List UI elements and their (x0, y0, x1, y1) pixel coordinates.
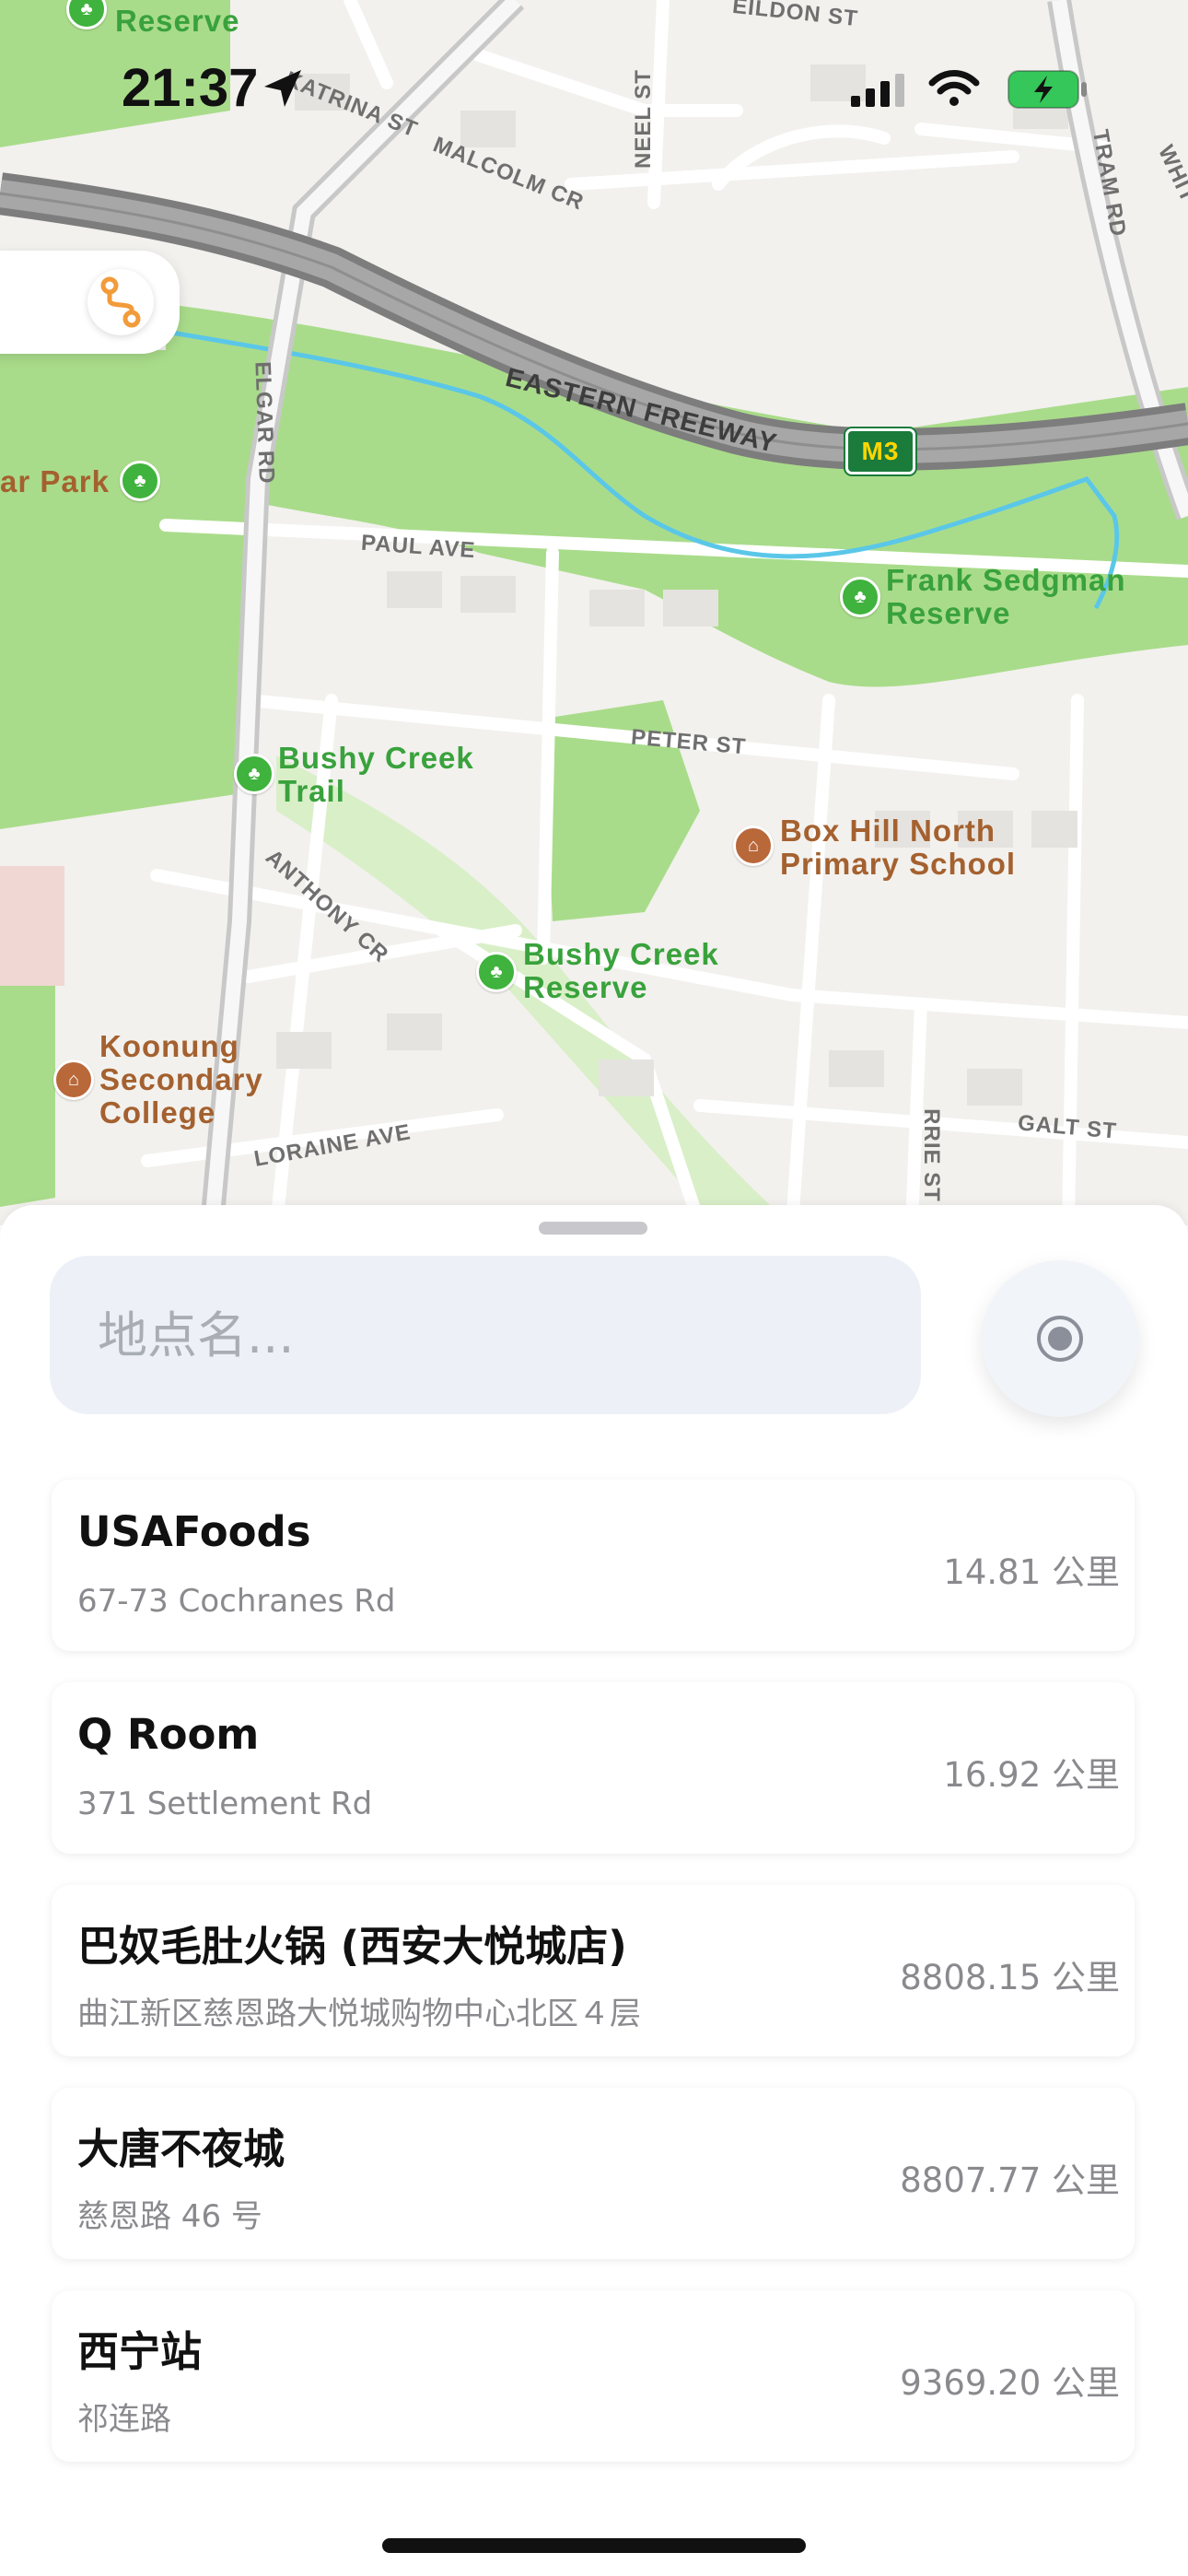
map-label-elgar-rd: ELGAR RD (250, 360, 279, 486)
map-label-koonung-2: Secondary (99, 1062, 263, 1096)
park-icon[interactable]: ♣ (120, 461, 160, 501)
battery-charging-icon (1007, 70, 1087, 109)
list-item[interactable]: USAFoods 67-73 Cochranes Rd 14.81 公里 (52, 1480, 1135, 1651)
place-distance: 16.92 公里 (943, 1755, 1120, 1795)
locate-button[interactable] (982, 1260, 1138, 1417)
map-label-ar-park: ar Park (0, 464, 110, 498)
map-view[interactable]: EILDON ST KATRINA ST MALCOLM CR NEEL ST … (0, 0, 1188, 1225)
place-address: 曲江新区慈恩路大悦城购物中心北区４层 (77, 1996, 641, 2032)
park-icon[interactable]: ♣ (234, 754, 274, 794)
places-list: USAFoods 67-73 Cochranes Rd 14.81 公里 Q R… (52, 1480, 1135, 2493)
park-icon[interactable]: ♣ (476, 952, 517, 992)
school-icon[interactable]: ⌂ (733, 825, 774, 866)
park-icon[interactable]: ♣ (840, 577, 880, 617)
route-icon (100, 276, 141, 328)
map-label-koonung-3: College (99, 1095, 216, 1130)
map-label-bushy-trail-1: Bushy Creek (278, 741, 474, 775)
place-distance: 8808.15 公里 (900, 1958, 1120, 1997)
list-item[interactable]: 西宁站 祁连路 9369.20 公里 (52, 2290, 1135, 2462)
place-name: USAFoods (77, 1507, 311, 1556)
search-input[interactable] (50, 1256, 921, 1414)
home-indicator[interactable] (382, 2538, 806, 2553)
route-shield-m3: M3 (845, 428, 915, 474)
place-distance: 8807.77 公里 (900, 2160, 1120, 2200)
list-item[interactable]: Q Room 371 Settlement Rd 16.92 公里 (52, 1682, 1135, 1854)
route-button[interactable] (0, 251, 180, 354)
cellular-signal-icon (851, 74, 904, 107)
place-address: 371 Settlement Rd (77, 1786, 373, 1822)
map-label-bushy-reserve-1: Bushy Creek (523, 937, 719, 971)
location-arrow-icon (264, 70, 301, 107)
place-address: 慈恩路 46 号 (77, 2198, 262, 2235)
wifi-icon (928, 70, 980, 106)
status-time: 21:37 (122, 58, 259, 118)
route-icon-holder (87, 269, 154, 335)
map-label-box-hill-2: Primary School (780, 847, 1017, 881)
list-item[interactable]: 大唐不夜城 慈恩路 46 号 8807.77 公里 (52, 2088, 1135, 2259)
map-label-frank-sedgman-2: Reserve (886, 596, 1011, 630)
bottom-sheet[interactable]: USAFoods 67-73 Cochranes Rd 14.81 公里 Q R… (0, 1205, 1188, 2576)
map-label-bushy-trail-2: Trail (278, 774, 345, 808)
place-name: 巴奴毛肚火锅 (西安大悦城店) (77, 1922, 627, 1971)
map-label-frank-sedgman-1: Frank Sedgman (886, 563, 1126, 597)
target-icon (1037, 1316, 1083, 1362)
map-label-bushy-reserve-2: Reserve (523, 970, 648, 1004)
status-bar: 21:37 (0, 0, 1188, 138)
place-distance: 9369.20 公里 (900, 2363, 1120, 2403)
place-name: Q Room (77, 1710, 260, 1759)
place-address: 祁连路 (77, 2401, 171, 2438)
place-name: 西宁站 (77, 2327, 203, 2376)
school-icon[interactable]: ⌂ (53, 1060, 94, 1100)
map-label-rrie-st: RRIE ST (918, 1108, 944, 1202)
sheet-grabber[interactable] (539, 1222, 647, 1235)
place-name: 大唐不夜城 (77, 2125, 285, 2173)
list-item[interactable]: 巴奴毛肚火锅 (西安大悦城店) 曲江新区慈恩路大悦城购物中心北区４层 8808.… (52, 1885, 1135, 2056)
place-address: 67-73 Cochranes Rd (77, 1583, 396, 1620)
place-distance: 14.81 公里 (943, 1552, 1120, 1592)
map-label-koonung-1: Koonung (99, 1029, 239, 1063)
map-label-box-hill-1: Box Hill North (780, 814, 996, 848)
